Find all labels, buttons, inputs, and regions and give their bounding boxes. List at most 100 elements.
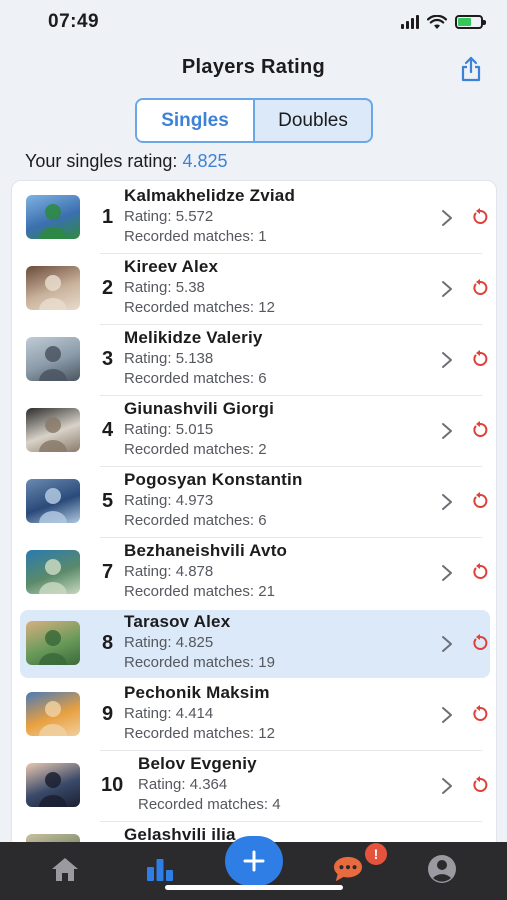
player-avatar [26,266,80,310]
player-rating: Rating: 4.825 [124,634,214,651]
player-recorded-matches: Recorded matches: 2 [124,441,267,458]
player-name: Kireev Alex [124,257,219,276]
player-recorded-matches: Recorded matches: 6 [124,370,267,387]
player-row[interactable]: 10 Belov Evgeniy Rating: 4.364 Recorded mat… [20,752,490,822]
player-rank: 8 [102,632,114,654]
player-row[interactable]: 8 Tarasov Alex Rating: 4.825 Recorded match… [20,610,490,678]
chevron-right-icon[interactable] [441,635,453,653]
player-avatar [26,337,80,381]
player-recorded-matches: Recorded matches: 4 [138,796,281,813]
player-rank: 1 [102,206,114,228]
reset-icon[interactable] [471,279,489,297]
row-divider [100,253,482,254]
player-avatar [26,621,80,665]
tab-home[interactable] [50,854,80,884]
reset-icon[interactable] [471,776,489,794]
reset-icon[interactable] [471,705,489,723]
reset-icon[interactable] [471,208,489,226]
player-recorded-matches: Recorded matches: 19 [124,654,275,671]
row-divider [100,821,482,822]
row-divider [100,324,482,325]
battery-icon [455,15,486,29]
player-rating: Rating: 5.38 [124,279,205,296]
player-recorded-matches: Recorded matches: 12 [124,725,275,742]
player-rating: Rating: 4.973 [124,492,214,509]
player-row[interactable]: 5 Pogosyan Konstantin Rating: 4.973 Recorde… [20,468,490,538]
chevron-right-icon[interactable] [441,209,453,227]
player-rating: Rating: 5.015 [124,421,214,438]
chevron-right-icon[interactable] [441,777,453,795]
chevron-right-icon[interactable] [441,706,453,724]
player-row[interactable]: 7 Bezhaneishvili Avto Rating: 4.878 Recorde… [20,539,490,607]
player-rank: 3 [102,348,114,370]
chevron-right-icon[interactable] [441,351,453,369]
home-indicator [165,885,343,890]
add-match-button[interactable] [225,836,283,886]
player-rank: 4 [102,419,114,441]
row-divider [100,750,482,751]
home-icon [52,858,78,881]
page-title: Players Rating [181,56,326,78]
reset-icon[interactable] [471,634,489,652]
tab-rating[interactable] [145,854,175,884]
chevron-right-icon[interactable] [441,280,453,298]
chevron-right-icon[interactable] [441,422,453,440]
player-row[interactable]: 1 Kalmakhelidze Zviad Rating: 5.572 Recorde… [20,184,490,254]
players-list: 1 Kalmakhelidze Zviad Rating: 5.572 Recorde… [11,180,497,860]
header: Players Rating [0,50,507,90]
player-rating: Rating: 5.138 [124,350,214,367]
player-row[interactable]: 2 Kireev Alex Rating: 5.38 Recorded matches… [20,255,490,325]
player-name: Tarasov Alex [124,612,231,631]
row-divider [100,537,482,538]
player-row[interactable]: 4 Giunashvili Giorgi Rating: 5.015 Recorded… [20,397,490,467]
player-name: Belov Evgeniy [138,754,257,773]
your-rating: Your singles rating: 4.825 [25,151,227,172]
player-rating: Rating: 4.364 [138,776,228,793]
player-name: Pechonik Maksim [124,683,270,702]
player-avatar [26,763,80,807]
chevron-right-icon[interactable] [441,564,453,582]
player-name: Giunashvili Giorgi [124,399,275,418]
plus-icon [243,850,265,872]
player-avatar [26,408,80,452]
tab-singles[interactable]: Singles [137,100,255,141]
row-divider [100,395,482,396]
status-time: 07:49 [48,11,100,32]
player-avatar [26,479,80,523]
row-divider [100,466,482,467]
reset-icon[interactable] [471,421,489,439]
rating-type-segmented-control: Singles Doubles [135,98,373,143]
chat-notification-badge: ! [365,843,387,865]
chat-icon [333,856,363,882]
reset-icon[interactable] [471,350,489,368]
player-row[interactable]: 9 Pechonik Maksim Rating: 4.414 Recorded ma… [20,681,490,751]
your-rating-value: 4.825 [182,151,228,171]
player-recorded-matches: Recorded matches: 6 [124,512,267,529]
chevron-right-icon[interactable] [441,493,453,511]
player-rating: Rating: 4.414 [124,705,214,722]
player-rank: 5 [102,490,114,512]
reset-icon[interactable] [471,492,489,510]
cellular-signal-icon [401,15,419,29]
player-avatar [26,692,80,736]
tab-doubles[interactable]: Doubles [255,100,371,141]
player-rank: 10 [101,774,124,796]
reset-icon[interactable] [471,563,489,581]
player-rating: Rating: 5.572 [124,208,214,225]
player-recorded-matches: Recorded matches: 21 [124,583,275,600]
player-row[interactable]: 3 Melikidze Valeriy Rating: 5.138 Recorded … [20,326,490,396]
your-rating-label: Your singles rating: [25,151,183,171]
profile-icon [428,855,456,883]
player-rank: 9 [102,703,114,725]
player-avatar [26,550,80,594]
player-recorded-matches: Recorded matches: 1 [124,228,267,245]
player-avatar [26,195,80,239]
tab-profile[interactable] [427,854,457,884]
player-name: Kalmakhelidze Zviad [124,186,296,205]
status-icons [401,14,486,30]
player-name: Bezhaneishvili Avto [124,541,288,560]
share-icon[interactable] [459,56,483,82]
player-rank: 2 [102,277,114,299]
tab-chat[interactable] [333,854,363,884]
status-bar: 07:49 [0,0,507,44]
